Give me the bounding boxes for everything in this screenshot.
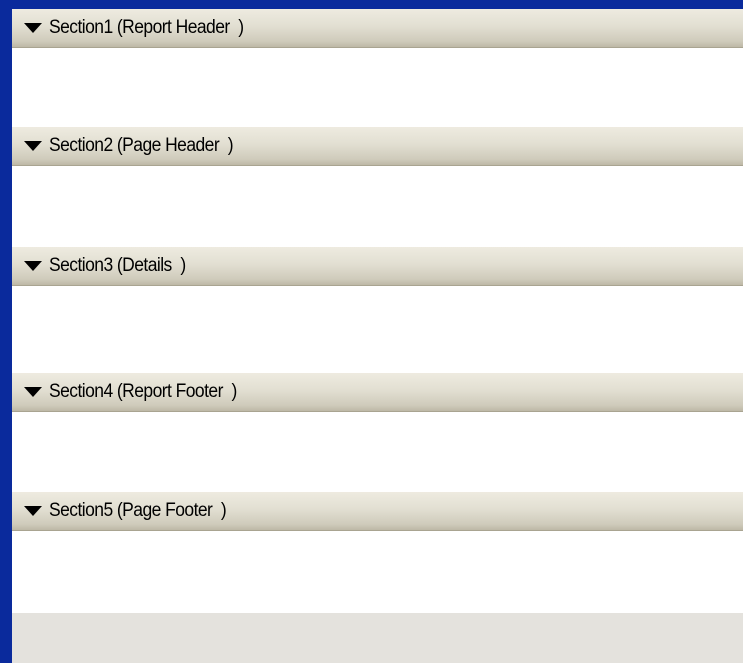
section3-band-header[interactable]: Section3 (Details ) — [12, 247, 743, 286]
report-designer-surface: Section1 (Report Header ) Section2 (Page… — [12, 9, 743, 663]
section2-band-header[interactable]: Section2 (Page Header ) — [12, 127, 743, 166]
section3-title: Section3 (Details ) — [49, 255, 186, 276]
section5-title: Section5 (Page Footer ) — [49, 500, 227, 521]
collapse-triangle-icon[interactable] — [24, 387, 42, 397]
section1-title: Section1 (Report Header ) — [49, 17, 244, 38]
section4-band-header[interactable]: Section4 (Report Footer ) — [12, 373, 743, 412]
section4-title: Section4 (Report Footer ) — [49, 381, 237, 402]
collapse-triangle-icon[interactable] — [24, 141, 42, 151]
section5-band-body[interactable] — [12, 531, 743, 613]
section3-band-body[interactable] — [12, 286, 743, 373]
section1-band-header[interactable]: Section1 (Report Header ) — [12, 9, 743, 48]
collapse-triangle-icon[interactable] — [24, 506, 42, 516]
section2-title: Section2 (Page Header ) — [49, 135, 234, 156]
section2-band-body[interactable] — [12, 166, 743, 247]
section4-band-body[interactable] — [12, 412, 743, 492]
section1-band-body[interactable] — [12, 48, 743, 127]
collapse-triangle-icon[interactable] — [24, 23, 42, 33]
collapse-triangle-icon[interactable] — [24, 261, 42, 271]
section5-band-header[interactable]: Section5 (Page Footer ) — [12, 492, 743, 531]
empty-design-area — [12, 613, 743, 663]
